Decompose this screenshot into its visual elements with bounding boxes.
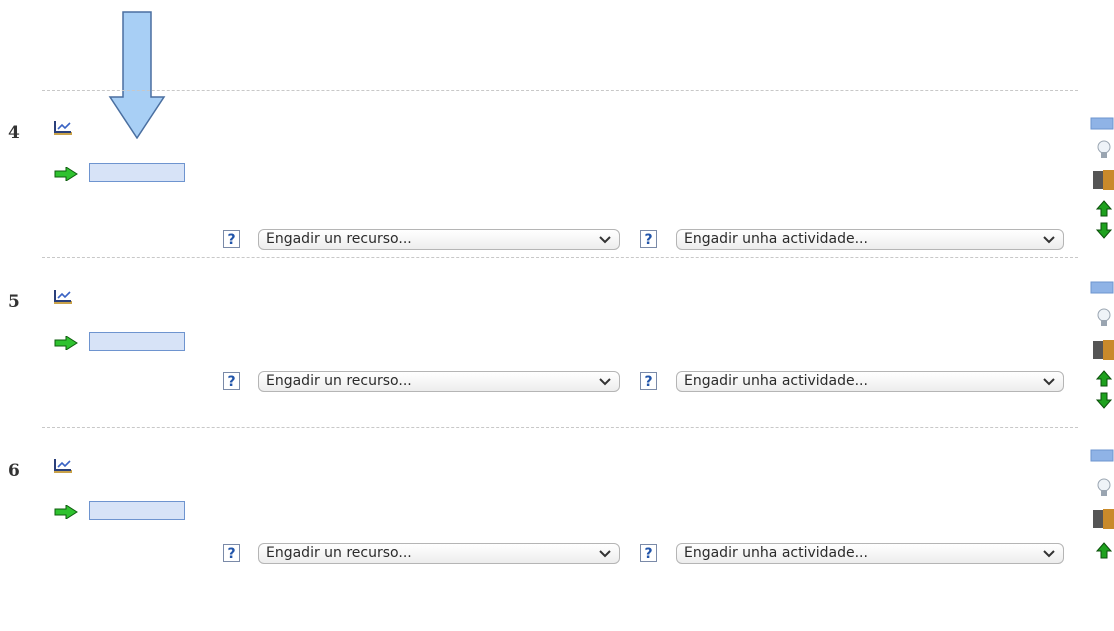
move-here-drop-target[interactable] [89,163,185,182]
add-activity-select-label: Engadir unha actividade... [684,231,868,247]
group-mode-icon[interactable] [1090,509,1114,529]
add-activity-select[interactable]: Engadir unha actividade... [676,371,1064,392]
section-number: 6 [8,461,20,481]
edit-summary-icon[interactable] [53,289,73,305]
chevron-down-icon [1043,550,1055,558]
move-up-icon[interactable] [1090,199,1114,219]
svg-text:?: ? [644,546,652,562]
highlight-icon[interactable] [1090,116,1114,136]
help-icon[interactable]: ? [640,372,657,390]
svg-text:?: ? [227,374,235,390]
course-section: 5 ? Engadir un recurso... ? Engadir unha… [0,281,1114,462]
visibility-bulb-icon[interactable] [1090,140,1114,160]
move-here-drop-target[interactable] [89,501,185,520]
add-resource-select[interactable]: Engadir un recurso... [258,543,620,564]
help-icon[interactable]: ? [223,372,240,390]
add-activity-select[interactable]: Engadir unha actividade... [676,543,1064,564]
section-divider [42,90,1078,91]
svg-text:?: ? [644,374,652,390]
move-here-arrow-icon[interactable] [54,505,78,519]
help-icon[interactable]: ? [640,230,657,248]
svg-text:?: ? [644,232,652,248]
add-resource-select-label: Engadir un recurso... [266,373,412,389]
large-down-arrow-annotation [108,11,166,139]
edit-summary-icon[interactable] [53,120,73,136]
course-section: 4 ? Engadir un recurso... ? Engadir unha… [0,117,1114,293]
chevron-down-icon [1043,236,1055,244]
svg-text:?: ? [227,546,235,562]
chevron-down-icon [599,550,611,558]
help-icon[interactable]: ? [223,230,240,248]
move-up-icon[interactable] [1090,541,1114,561]
highlight-icon[interactable] [1090,448,1114,468]
chevron-down-icon [599,378,611,386]
add-resource-select-label: Engadir un recurso... [266,545,412,561]
add-resource-select[interactable]: Engadir un recurso... [258,371,620,392]
group-mode-icon[interactable] [1090,340,1114,360]
help-icon[interactable]: ? [640,544,657,562]
add-activity-select-label: Engadir unha actividade... [684,373,868,389]
add-resource-select[interactable]: Engadir un recurso... [258,229,620,250]
visibility-bulb-icon[interactable] [1090,478,1114,498]
edit-summary-icon[interactable] [53,458,73,474]
add-activity-select[interactable]: Engadir unha actividade... [676,229,1064,250]
move-down-icon[interactable] [1090,221,1114,241]
highlight-icon[interactable] [1090,280,1114,300]
group-mode-icon[interactable] [1090,170,1114,190]
move-here-arrow-icon[interactable] [54,336,78,350]
chevron-down-icon [1043,378,1055,386]
add-activity-select-label: Engadir unha actividade... [684,545,868,561]
move-here-arrow-icon[interactable] [54,167,78,181]
course-section: 6 ? Engadir un recurso... ? Engadir unha… [0,449,1114,631]
move-down-icon[interactable] [1090,391,1114,411]
chevron-down-icon [599,236,611,244]
add-resource-select-label: Engadir un recurso... [266,231,412,247]
section-number: 5 [8,292,20,312]
svg-text:?: ? [227,232,235,248]
visibility-bulb-icon[interactable] [1090,308,1114,328]
section-number: 4 [8,123,20,143]
move-up-icon[interactable] [1090,369,1114,389]
move-here-drop-target[interactable] [89,332,185,351]
help-icon[interactable]: ? [223,544,240,562]
